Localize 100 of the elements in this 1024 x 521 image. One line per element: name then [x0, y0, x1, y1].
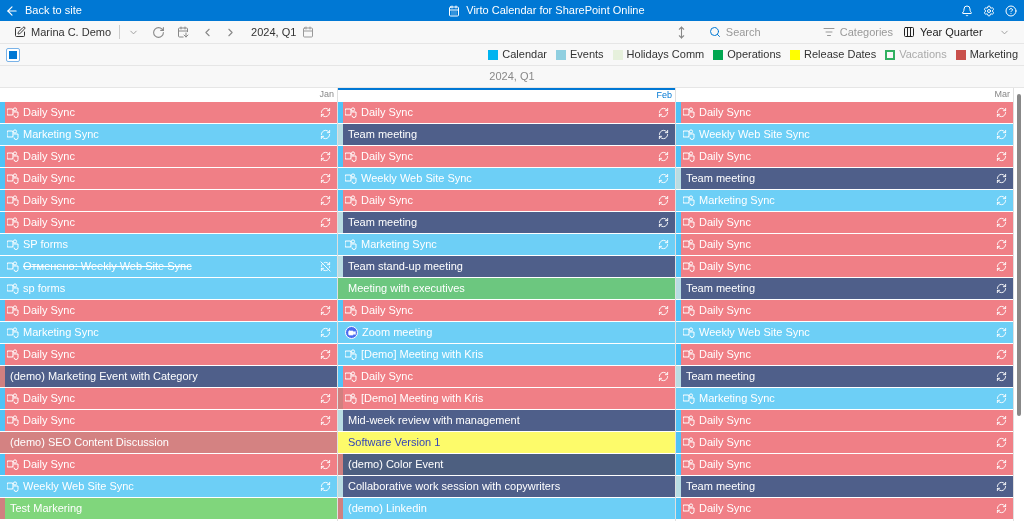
event-bar[interactable]: Weekly Web Site Sync [681, 322, 1013, 343]
event-bar[interactable]: Daily Sync [681, 344, 1013, 365]
event-bar[interactable]: Daily Sync [5, 212, 337, 233]
event-bar[interactable]: Mid-week review with management [343, 410, 675, 431]
event-bar[interactable]: Team meeting [681, 366, 1013, 387]
event-bar[interactable]: Test Markering [5, 498, 337, 519]
event-bar[interactable]: Team meeting [681, 476, 1013, 497]
event-bar[interactable]: Daily Sync [681, 432, 1013, 453]
event-bar[interactable]: Daily Sync [681, 256, 1013, 277]
event-title: Daily Sync [361, 105, 414, 121]
event-bar[interactable]: Daily Sync [681, 300, 1013, 321]
legend-item[interactable]: Operations [713, 46, 782, 63]
settings-icon[interactable] [983, 4, 995, 17]
legend-item[interactable]: Holidays Comm [612, 46, 705, 63]
event-bar[interactable]: Daily Sync [5, 102, 337, 123]
event-title: (demo) Color Event [347, 457, 445, 473]
event-title: Daily Sync [23, 193, 76, 209]
event-bar[interactable]: Daily Sync [681, 498, 1013, 519]
event-bar[interactable]: Weekly Web Site Sync [681, 124, 1013, 145]
event-title: Weekly Web Site Sync [23, 479, 135, 495]
event-bar[interactable]: Team meeting [681, 168, 1013, 189]
teams-icon [7, 239, 19, 250]
event-bar[interactable]: Marketing Sync [343, 234, 675, 255]
event-bar[interactable]: (demo) Marketing Event with Category [5, 366, 337, 387]
recurrence-icon [996, 481, 1007, 492]
categories-button[interactable]: Categories [822, 23, 893, 41]
event-title: Marketing Sync [23, 127, 100, 143]
event-bar[interactable]: Daily Sync [343, 366, 675, 387]
notifications-icon[interactable] [961, 4, 973, 17]
event-bar[interactable]: Marketing Sync [681, 388, 1013, 409]
select-all-checkbox[interactable] [6, 47, 20, 62]
event-bar[interactable]: (demo) Color Event [343, 454, 675, 475]
legend-item[interactable]: Release Dates [790, 46, 877, 63]
event-bar[interactable]: SP forms [5, 234, 337, 255]
scrollbar-thumb[interactable] [1017, 94, 1021, 416]
event-bar[interactable]: Daily Sync [681, 102, 1013, 123]
refresh-icon[interactable] [152, 25, 166, 39]
recurrence-icon [320, 393, 331, 404]
event-bar[interactable]: Daily Sync [681, 234, 1013, 255]
event-bar[interactable]: Team meeting [681, 278, 1013, 299]
event-bar[interactable]: Daily Sync [5, 388, 337, 409]
view-dropdown[interactable]: Year Quarter [903, 23, 1010, 41]
event-bar[interactable]: Daily Sync [681, 454, 1013, 475]
teams-icon [7, 481, 19, 492]
event-bar[interactable]: Daily Sync [5, 168, 337, 189]
columns-icon [903, 26, 915, 38]
event-bar[interactable]: Marketing Sync [681, 190, 1013, 211]
event-bar[interactable]: Software Version 1 [343, 432, 675, 453]
event-bar[interactable]: Daily Sync [343, 102, 675, 123]
recurrence-icon [996, 305, 1007, 316]
event-bar[interactable]: Weekly Web Site Sync [343, 168, 675, 189]
event-bar[interactable]: Team stand-up meeting [343, 256, 675, 277]
event-bar[interactable]: [Demo] Meeting with Kris [343, 388, 675, 409]
event-bar[interactable]: Daily Sync [681, 146, 1013, 167]
legend-item[interactable]: Marketing [955, 46, 1018, 63]
teams-icon [683, 151, 695, 162]
event-title: Daily Sync [699, 259, 752, 275]
event-bar[interactable]: Weekly Web Site Sync [5, 476, 337, 497]
event-bar[interactable]: Отменено: Weekly Web Site Sync [5, 256, 337, 277]
event-bar[interactable]: Daily Sync [681, 212, 1013, 233]
event-title: Daily Sync [699, 237, 752, 253]
event-title: Daily Sync [23, 413, 76, 429]
event-bar[interactable]: Daily Sync [343, 146, 675, 167]
event-bar[interactable]: Daily Sync [343, 300, 675, 321]
event-title: Weekly Web Site Sync [699, 325, 811, 341]
event-bar[interactable]: Collaborative work session with copywriters [343, 476, 675, 497]
event-bar[interactable]: (demo) SEO Content Discussion [5, 432, 337, 453]
event-bar[interactable]: Daily Sync [5, 146, 337, 167]
event-bar[interactable]: Zoom meeting [343, 322, 675, 343]
event-title: Team meeting [347, 215, 419, 231]
search-field[interactable]: Search [725, 23, 816, 41]
teams-icon [683, 239, 695, 250]
event-bar[interactable]: Daily Sync [5, 410, 337, 431]
today-icon[interactable] [177, 26, 190, 38]
legend-item[interactable]: Events [555, 46, 604, 63]
event-bar[interactable]: Daily Sync [5, 300, 337, 321]
event-title: Daily Sync [23, 171, 76, 187]
event-bar[interactable]: (demo) Linkedin [343, 498, 675, 519]
legend-item[interactable]: Vacations [885, 46, 947, 63]
recurrence-icon [658, 371, 669, 382]
date-picker-icon[interactable] [302, 26, 315, 38]
event-bar[interactable]: [Demo] Meeting with Kris [343, 344, 675, 365]
event-bar[interactable]: Daily Sync [5, 190, 337, 211]
event-title: Daily Sync [699, 105, 752, 121]
back-link[interactable]: Back to site [5, 2, 82, 19]
event-bar[interactable]: Daily Sync [5, 344, 337, 365]
event-bar[interactable]: Meeting with executives [343, 278, 675, 299]
event-bar[interactable]: Daily Sync [681, 410, 1013, 431]
event-title: Team stand-up meeting [347, 259, 464, 275]
user-button[interactable]: Marina C. Demo [14, 23, 112, 41]
event-bar[interactable]: Team meeting [343, 212, 675, 233]
event-bar[interactable]: Marketing Sync [5, 322, 337, 343]
teams-icon [7, 261, 19, 272]
help-icon[interactable] [1005, 4, 1017, 17]
legend-item[interactable]: Calendar [488, 46, 547, 63]
event-bar[interactable]: sp forms [5, 278, 337, 299]
event-bar[interactable]: Daily Sync [5, 454, 337, 475]
event-bar[interactable]: Daily Sync [343, 190, 675, 211]
event-bar[interactable]: Team meeting [343, 124, 675, 145]
event-bar[interactable]: Marketing Sync [5, 124, 337, 145]
